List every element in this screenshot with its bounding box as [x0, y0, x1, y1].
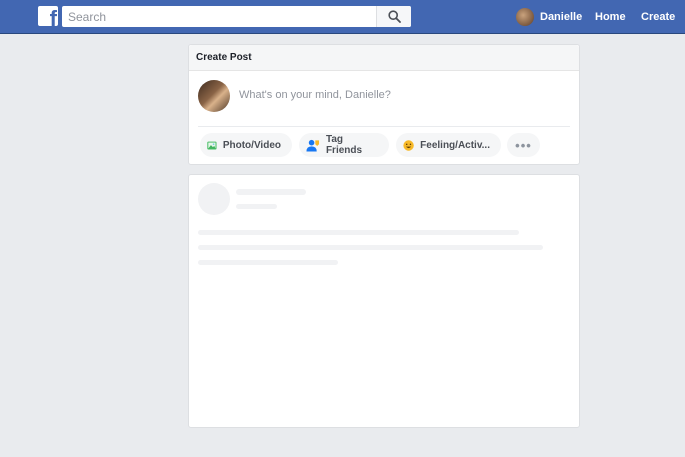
feeling-activity-button[interactable]: Feeling/Activ...: [396, 133, 501, 157]
search-box: [62, 6, 411, 27]
feed-loading-placeholder: [188, 174, 580, 428]
tag-friends-button[interactable]: Tag Friends: [299, 133, 389, 157]
more-icon: •••: [515, 137, 532, 153]
nav-create-link[interactable]: Create: [641, 11, 675, 23]
divider: [198, 126, 570, 127]
facebook-logo-icon[interactable]: f: [38, 6, 58, 26]
search-icon: [388, 10, 401, 23]
feeling-icon: [403, 139, 414, 151]
search-input[interactable]: [62, 6, 376, 27]
photo-icon: [207, 141, 217, 149]
avatar: [516, 8, 534, 26]
create-post-card: Create Post What's on your mind, Daniell…: [188, 44, 580, 165]
placeholder-line: [198, 260, 338, 265]
photo-video-button[interactable]: Photo/Video: [200, 133, 292, 157]
composer-avatar[interactable]: [198, 80, 230, 112]
nav-home-link[interactable]: Home: [595, 11, 626, 23]
tag-friends-icon: [306, 139, 320, 152]
top-navigation-bar: f Danielle Home Create: [0, 0, 685, 34]
nav-profile-link[interactable]: Danielle: [516, 7, 582, 27]
more-options-button[interactable]: •••: [507, 133, 540, 157]
feeling-activity-label: Feeling/Activ...: [420, 139, 490, 151]
placeholder-line: [236, 189, 306, 195]
placeholder-line: [236, 204, 277, 209]
placeholder-line: [198, 230, 519, 235]
placeholder-line: [198, 245, 543, 250]
nav-user-name: Danielle: [540, 11, 583, 23]
tag-friends-label: Tag Friends: [325, 134, 363, 156]
create-post-title: Create Post: [189, 45, 579, 71]
search-button[interactable]: [376, 6, 411, 27]
post-text-input[interactable]: What's on your mind, Danielle?: [239, 89, 391, 101]
photo-video-label: Photo/Video: [222, 139, 281, 151]
placeholder-avatar: [198, 183, 230, 215]
